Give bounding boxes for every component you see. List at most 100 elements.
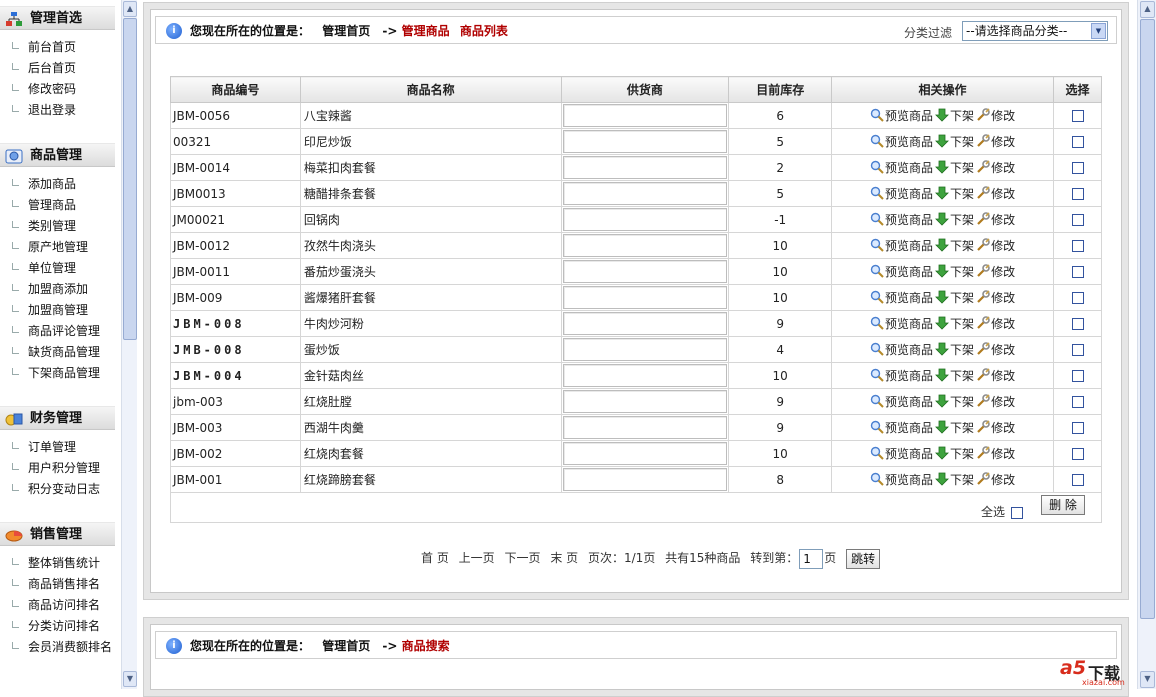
breadcrumb-section[interactable]: 管理商品 (402, 24, 450, 38)
page-jump-input[interactable]: 1 (799, 548, 824, 569)
menu-item[interactable]: 缺货商品管理 (12, 343, 100, 361)
menu-item[interactable]: 类别管理 (12, 217, 76, 235)
menu-item[interactable]: 整体销售统计 (12, 554, 100, 572)
menu-item[interactable]: 会员消费额排名 (12, 638, 112, 656)
left-scrollbar[interactable]: ▲ ▼ (121, 0, 137, 689)
menu-section-title[interactable]: 销售管理 (0, 522, 115, 546)
menu-item[interactable]: 原产地管理 (12, 238, 88, 256)
row-checkbox[interactable] (1071, 214, 1084, 226)
edit-link[interactable]: 修改 (976, 211, 1015, 228)
row-checkbox[interactable] (1071, 162, 1084, 174)
supplier-input[interactable] (562, 442, 728, 465)
offshelf-link[interactable]: 下架 (935, 263, 974, 280)
menu-item[interactable]: 分类访问排名 (12, 617, 100, 635)
preview-link[interactable]: 预览商品 (870, 185, 933, 202)
menu-section-title[interactable]: 财务管理 (0, 406, 115, 430)
menu-item[interactable]: 修改密码 (12, 80, 76, 98)
row-checkbox[interactable] (1071, 474, 1084, 486)
offshelf-link[interactable]: 下架 (935, 419, 974, 436)
supplier-input[interactable] (562, 312, 728, 335)
pager-prev[interactable]: 上一页 (459, 551, 495, 565)
preview-link[interactable]: 预览商品 (870, 393, 933, 410)
offshelf-link[interactable]: 下架 (935, 445, 974, 462)
row-checkbox[interactable] (1071, 292, 1084, 304)
row-checkbox[interactable] (1071, 318, 1084, 330)
supplier-input[interactable] (562, 156, 728, 179)
menu-item[interactable]: 加盟商管理 (12, 301, 88, 319)
select-all-checkbox[interactable] (1011, 506, 1023, 519)
menu-item[interactable]: 加盟商添加 (12, 280, 88, 298)
offshelf-link[interactable]: 下架 (935, 237, 974, 254)
chevron-down-icon[interactable]: ▼ (1091, 23, 1106, 39)
edit-link[interactable]: 修改 (976, 419, 1015, 436)
scroll-thumb[interactable] (1140, 19, 1155, 619)
row-checkbox[interactable] (1071, 240, 1084, 252)
offshelf-link[interactable]: 下架 (935, 315, 974, 332)
edit-link[interactable]: 修改 (976, 159, 1015, 176)
page-jump-button[interactable]: 跳转 (846, 548, 881, 569)
menu-item[interactable]: 商品评论管理 (12, 322, 100, 340)
offshelf-link[interactable]: 下架 (935, 185, 974, 202)
menu-item[interactable]: 单位管理 (12, 259, 76, 277)
supplier-input[interactable] (562, 182, 728, 205)
supplier-input[interactable] (562, 104, 728, 127)
supplier-input[interactable] (562, 416, 728, 439)
offshelf-link[interactable]: 下架 (935, 107, 974, 124)
preview-link[interactable]: 预览商品 (870, 159, 933, 176)
edit-link[interactable]: 修改 (976, 107, 1015, 124)
preview-link[interactable]: 预览商品 (870, 367, 933, 384)
scroll-down-icon[interactable]: ▼ (1140, 671, 1155, 688)
select-all[interactable]: 全选 (981, 503, 1023, 520)
pager-last[interactable]: 末 页 (550, 551, 578, 565)
preview-link[interactable]: 预览商品 (870, 419, 933, 436)
supplier-input[interactable] (562, 286, 728, 309)
edit-link[interactable]: 修改 (976, 471, 1015, 488)
menu-section-title[interactable]: 商品管理 (0, 143, 115, 167)
delete-button[interactable]: 删 除 (1041, 495, 1085, 515)
preview-link[interactable]: 预览商品 (870, 211, 933, 228)
menu-item[interactable]: 退出登录 (12, 101, 76, 119)
menu-item[interactable]: 商品访问排名 (12, 596, 100, 614)
preview-link[interactable]: 预览商品 (870, 133, 933, 150)
edit-link[interactable]: 修改 (976, 237, 1015, 254)
menu-item[interactable]: 管理商品 (12, 196, 76, 214)
supplier-input[interactable] (562, 338, 728, 361)
row-checkbox[interactable] (1071, 422, 1084, 434)
row-checkbox[interactable] (1071, 110, 1084, 122)
supplier-input[interactable] (562, 390, 728, 413)
menu-section-title[interactable]: 管理首选 (0, 6, 115, 30)
scroll-thumb[interactable] (123, 18, 137, 340)
scroll-down-icon[interactable]: ▼ (123, 671, 137, 687)
preview-link[interactable]: 预览商品 (870, 471, 933, 488)
main-scrollbar[interactable]: ▲ ▼ (1137, 0, 1156, 689)
row-checkbox[interactable] (1071, 448, 1084, 460)
row-checkbox[interactable] (1071, 396, 1084, 408)
offshelf-link[interactable]: 下架 (935, 341, 974, 358)
edit-link[interactable]: 修改 (976, 263, 1015, 280)
menu-item[interactable]: 前台首页 (12, 38, 76, 56)
menu-item[interactable]: 订单管理 (12, 438, 76, 456)
preview-link[interactable]: 预览商品 (870, 289, 933, 306)
row-checkbox[interactable] (1071, 266, 1084, 278)
offshelf-link[interactable]: 下架 (935, 471, 974, 488)
offshelf-link[interactable]: 下架 (935, 211, 974, 228)
preview-link[interactable]: 预览商品 (870, 263, 933, 280)
edit-link[interactable]: 修改 (976, 445, 1015, 462)
menu-item[interactable]: 积分变动日志 (12, 480, 100, 498)
category-filter-select[interactable]: --请选择商品分类-- ▼ (962, 21, 1108, 41)
preview-link[interactable]: 预览商品 (870, 315, 933, 332)
scroll-up-icon[interactable]: ▲ (123, 1, 137, 17)
scroll-up-icon[interactable]: ▲ (1140, 1, 1155, 18)
preview-link[interactable]: 预览商品 (870, 237, 933, 254)
offshelf-link[interactable]: 下架 (935, 159, 974, 176)
supplier-input[interactable] (562, 208, 728, 231)
edit-link[interactable]: 修改 (976, 315, 1015, 332)
supplier-input[interactable] (562, 260, 728, 283)
offshelf-link[interactable]: 下架 (935, 289, 974, 306)
menu-item[interactable]: 添加商品 (12, 175, 76, 193)
preview-link[interactable]: 预览商品 (870, 107, 933, 124)
breadcrumb-home[interactable]: 管理首页 (322, 24, 370, 38)
menu-item[interactable]: 下架商品管理 (12, 364, 100, 382)
offshelf-link[interactable]: 下架 (935, 367, 974, 384)
preview-link[interactable]: 预览商品 (870, 341, 933, 358)
